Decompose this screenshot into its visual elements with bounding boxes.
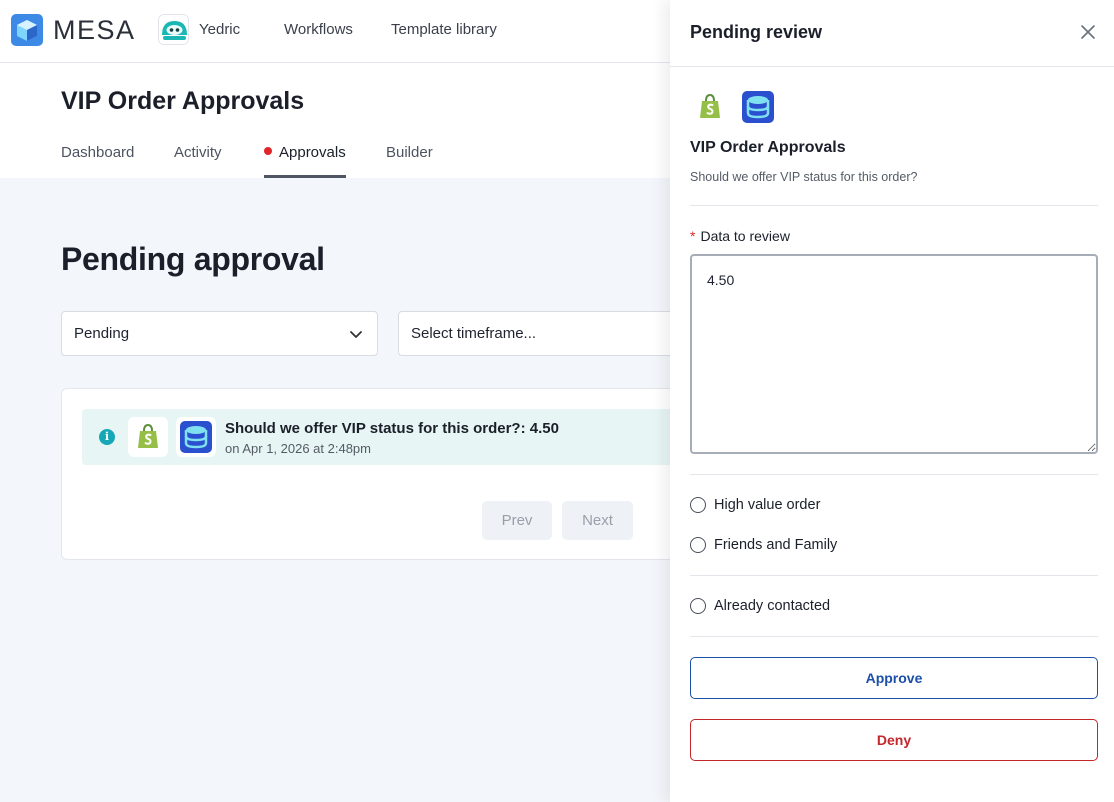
timeframe-filter-placeholder: Select timeframe... — [411, 325, 537, 342]
approval-title: Should we offer VIP status for this orde… — [225, 420, 559, 437]
radio-button[interactable] — [690, 537, 706, 553]
prev-page-button[interactable]: Prev — [482, 501, 552, 540]
approvals-card: i Should we offer VIP status for this or… — [61, 388, 702, 560]
info-icon: i — [99, 429, 115, 445]
section-title: Pending approval — [61, 241, 325, 277]
tab-activity[interactable]: Activity — [174, 144, 222, 178]
robot-avatar-icon — [159, 15, 188, 44]
next-page-button[interactable]: Next — [562, 501, 633, 540]
chevron-down-icon — [350, 331, 362, 338]
close-icon[interactable] — [1080, 24, 1096, 40]
required-marker: * — [690, 228, 696, 244]
workflow-title: VIP Order Approvals — [61, 87, 305, 115]
database-icon — [742, 91, 774, 123]
drawer-title: Pending review — [690, 22, 823, 42]
database-icon — [180, 421, 212, 453]
brand-name: MESA — [53, 15, 136, 45]
tab-dashboard[interactable]: Dashboard — [61, 144, 134, 178]
approve-button[interactable]: Approve — [690, 657, 1098, 699]
option-label: Already contacted — [714, 598, 831, 614]
radio-button[interactable] — [690, 497, 706, 513]
data-to-review-textarea[interactable]: 4.50 — [690, 254, 1098, 454]
account-name[interactable]: Yedric — [199, 21, 240, 38]
shopify-icon — [138, 423, 158, 448]
option-label: Friends and Family — [714, 537, 838, 553]
tab-approvals[interactable]: Approvals — [264, 144, 346, 178]
nav-workflows[interactable]: Workflows — [284, 21, 353, 38]
shopify-app-tile — [128, 417, 168, 457]
notification-dot — [264, 147, 272, 155]
shopify-icon — [700, 93, 720, 118]
nav-template-library[interactable]: Template library — [391, 21, 497, 38]
drawer-workflow-name: VIP Order Approvals — [690, 139, 846, 156]
deny-button[interactable]: Deny — [690, 719, 1098, 761]
database-app-tile — [176, 417, 216, 457]
drawer-header: Pending review — [670, 0, 1114, 67]
pending-review-drawer: Pending review VIP Order Approvals Shoul… — [670, 0, 1114, 802]
divider — [690, 205, 1098, 206]
status-filter-select[interactable]: Pending — [61, 311, 378, 356]
drawer-description: Should we offer VIP status for this orde… — [690, 170, 918, 184]
tab-builder[interactable]: Builder — [386, 144, 433, 178]
shopify-app-tile — [690, 87, 730, 127]
account-avatar[interactable] — [158, 14, 189, 45]
approval-list-item[interactable]: i Should we offer VIP status for this or… — [82, 409, 702, 465]
divider — [690, 575, 1098, 576]
data-to-review-label: * Data to review — [690, 228, 790, 244]
option-label: High value order — [714, 497, 821, 513]
timeframe-filter-select[interactable]: Select timeframe... — [398, 311, 698, 356]
approval-timestamp: on Apr 1, 2026 at 2:48pm — [225, 441, 371, 456]
app-window: MESA Yedric Workflows Template library V… — [0, 0, 1114, 802]
divider — [690, 636, 1098, 637]
tab-approvals-label: Approvals — [279, 144, 346, 161]
radio-button[interactable] — [690, 598, 706, 614]
data-to-review-label-text: Data to review — [700, 228, 790, 244]
mesa-logo-icon[interactable] — [11, 14, 43, 46]
database-app-tile — [738, 87, 778, 127]
status-filter-value: Pending — [74, 325, 130, 342]
divider — [690, 474, 1098, 475]
